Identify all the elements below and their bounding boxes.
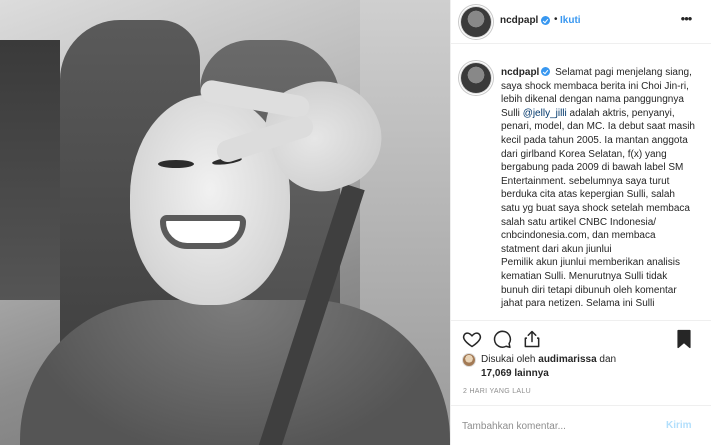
likes-conjunction: dan <box>599 354 617 365</box>
likes-prefix: Disukai oleh <box>481 354 536 365</box>
post-comment-button[interactable]: Kirim <box>666 420 692 431</box>
caption-username[interactable]: ncdpapl <box>501 67 539 78</box>
post-header: ncdpapl • Ikuti ••• <box>451 0 711 44</box>
bookmark-icon[interactable] <box>675 329 693 349</box>
heart-icon[interactable] <box>462 329 482 349</box>
likes-others-link[interactable]: 17,069 lainnya <box>481 368 549 379</box>
comments-section[interactable]: ncdpapl Selamat pagi menjelang siang, sa… <box>451 56 711 320</box>
post-caption: ncdpapl Selamat pagi menjelang siang, sa… <box>501 66 696 311</box>
author-username[interactable]: ncdpapl <box>500 15 538 26</box>
car-window <box>0 40 60 300</box>
verified-badge-icon <box>541 67 551 76</box>
post-sidebar: ncdpapl • Ikuti ••• ncdpapl Selamat pagi… <box>450 0 711 445</box>
header-separator: • <box>554 14 558 25</box>
verified-badge-icon <box>541 16 550 25</box>
post-timestamp[interactable]: 2 HARI YANG LALU <box>463 388 531 395</box>
likes-summary: Disukai oleh audimarissa dan 17,069 lain… <box>451 350 711 382</box>
caption-mention-link[interactable]: @jelly_jilli <box>523 108 567 119</box>
smile <box>160 215 246 249</box>
comment-input[interactable] <box>462 418 652 434</box>
liker-avatar[interactable] <box>462 353 476 367</box>
more-options-icon[interactable]: ••• <box>679 11 693 27</box>
likes-line: Disukai oleh audimarissa dan <box>481 354 616 365</box>
caption-author-avatar[interactable] <box>461 63 491 93</box>
add-comment-form: Kirim <box>451 405 711 445</box>
post-photo[interactable] <box>0 0 450 445</box>
caption-text-part2: adalah aktris, penyanyi, penari, model, … <box>501 107 695 255</box>
sweater <box>20 300 450 445</box>
share-icon[interactable] <box>522 329 542 349</box>
follow-button[interactable]: Ikuti <box>560 15 581 26</box>
caption-text-part3: Pemilik akun jiunlui memberikan analisis… <box>501 257 680 310</box>
author-avatar[interactable] <box>461 7 491 37</box>
eye-left <box>158 160 194 168</box>
liker-username[interactable]: audimarissa <box>538 354 596 365</box>
comment-icon[interactable] <box>492 329 512 349</box>
